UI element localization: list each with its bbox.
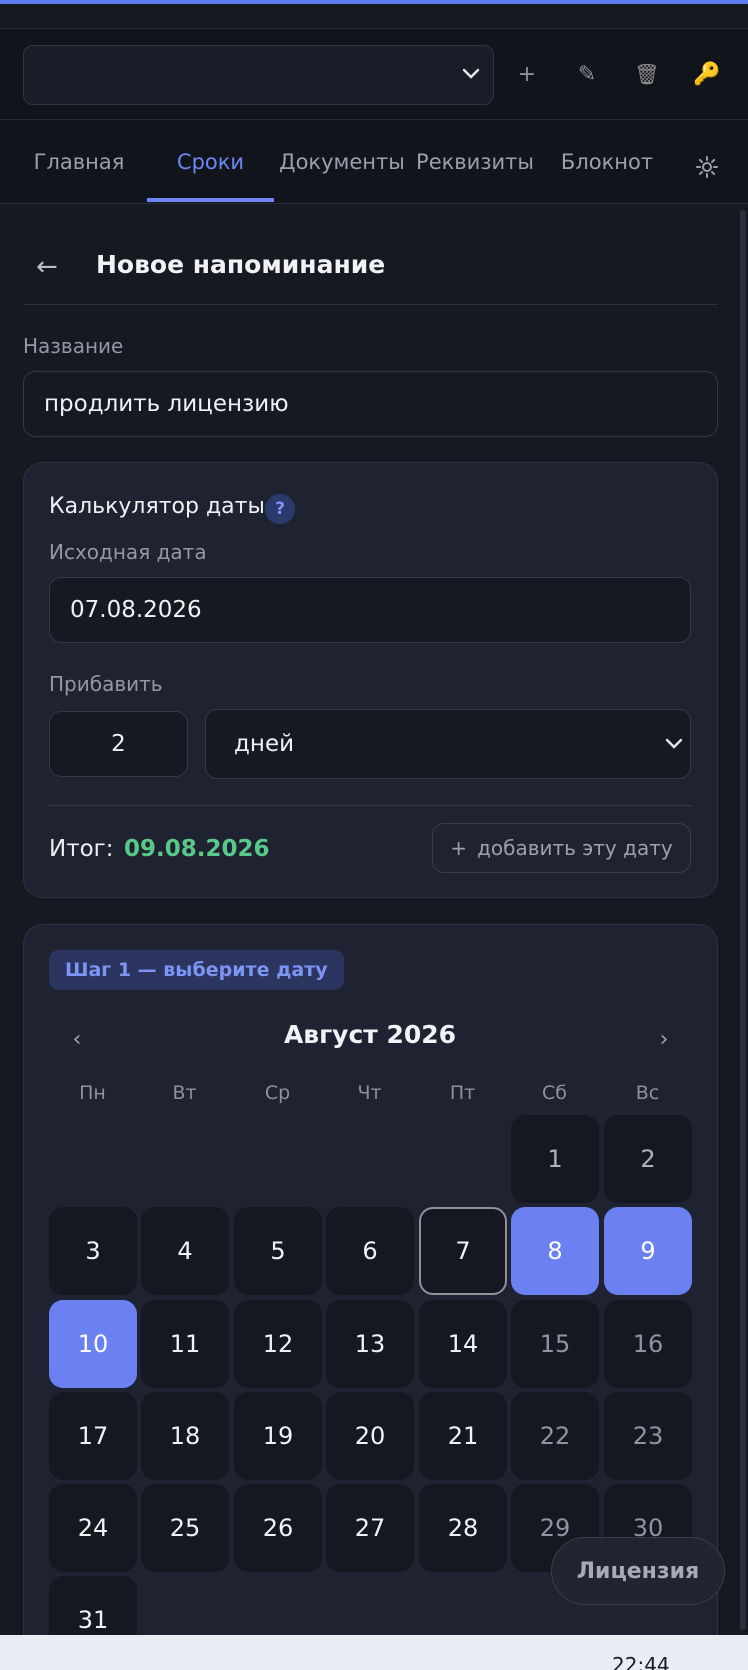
calendar-day[interactable]: 5 xyxy=(234,1207,322,1295)
name-input[interactable]: продлить лицензию xyxy=(23,371,718,437)
tab-notepad[interactable]: Блокнот xyxy=(548,120,666,204)
calendar-day[interactable]: 7 xyxy=(419,1207,507,1295)
calendar-day[interactable]: 15 xyxy=(511,1300,599,1388)
calendar-day[interactable]: 3 xyxy=(49,1207,137,1295)
license-button[interactable]: Лицензия xyxy=(551,1537,725,1605)
active-tab-indicator xyxy=(147,198,274,202)
weekday-label: Пт xyxy=(449,1082,476,1104)
calendar-day[interactable]: 9 xyxy=(604,1207,692,1295)
calendar-day[interactable]: 24 xyxy=(49,1484,137,1572)
prev-month-button[interactable]: ‹ xyxy=(59,1024,95,1054)
calendar-day[interactable]: 27 xyxy=(326,1484,414,1572)
amount-input[interactable]: 2 xyxy=(49,711,188,777)
page-title: Новое напоминание xyxy=(96,250,386,279)
tab-deadlines[interactable]: Сроки xyxy=(147,120,274,204)
pencil-icon[interactable]: ✎ xyxy=(572,59,602,89)
weekday-label: Пн xyxy=(79,1082,106,1104)
tab-home[interactable]: Главная xyxy=(20,120,138,204)
weekday-label: Вт xyxy=(172,1082,197,1104)
chevron-down-icon xyxy=(665,738,683,749)
calendar-day[interactable]: 17 xyxy=(49,1392,137,1480)
calendar-day[interactable]: 4 xyxy=(141,1207,229,1295)
calendar-day[interactable]: 13 xyxy=(326,1300,414,1388)
taskbar-clock: 22:44 xyxy=(612,1653,670,1670)
divider xyxy=(23,304,718,305)
divider xyxy=(49,805,692,806)
calendar-day[interactable]: 12 xyxy=(234,1300,322,1388)
source-date-input[interactable]: 07.08.2026 xyxy=(49,577,691,643)
calendar-day[interactable]: 22 xyxy=(511,1392,599,1480)
calendar-day[interactable]: 26 xyxy=(234,1484,322,1572)
weekday-label: Ср xyxy=(264,1082,291,1104)
back-arrow-icon[interactable]: ← xyxy=(36,252,66,282)
add-label: Прибавить xyxy=(49,672,163,696)
month-title: Август 2026 xyxy=(283,1020,457,1049)
calendar-day[interactable]: 18 xyxy=(141,1392,229,1480)
unit-select[interactable]: дней xyxy=(205,709,691,779)
calendar-day[interactable]: 8 xyxy=(511,1207,599,1295)
weekday-label: Вс xyxy=(635,1082,660,1104)
tab-documents[interactable]: Документы xyxy=(279,120,405,204)
name-input-value: продлить лицензию xyxy=(44,391,289,417)
main-tabs: Главная Сроки Документы Реквизиты Блокно… xyxy=(0,120,748,204)
plus-icon: + xyxy=(450,836,468,860)
calendar-day[interactable]: 20 xyxy=(326,1392,414,1480)
step-badge: Шаг 1 — выберите дату xyxy=(49,950,344,990)
calendar-day[interactable]: 1 xyxy=(511,1115,599,1203)
calendar-day[interactable]: 10 xyxy=(49,1300,137,1388)
top-accent-line xyxy=(0,0,748,4)
weekday-label: Сб xyxy=(542,1082,567,1104)
key-icon[interactable]: 🔑 xyxy=(692,59,722,89)
gear-icon[interactable] xyxy=(690,150,724,184)
calendar-day[interactable]: 6 xyxy=(326,1207,414,1295)
source-date-value: 07.08.2026 xyxy=(70,597,202,623)
scrollbar[interactable] xyxy=(740,210,746,1630)
calendar-day[interactable]: 11 xyxy=(141,1300,229,1388)
tab-requisites[interactable]: Реквизиты xyxy=(410,120,540,204)
calendar-day[interactable]: 23 xyxy=(604,1392,692,1480)
chevron-down-icon xyxy=(462,68,480,79)
add-date-button[interactable]: + добавить эту дату xyxy=(432,823,691,873)
calendar-day[interactable]: 14 xyxy=(419,1300,507,1388)
calendar-day[interactable]: 16 xyxy=(604,1300,692,1388)
calendar-day[interactable]: 28 xyxy=(419,1484,507,1572)
profile-select[interactable] xyxy=(23,45,494,105)
unit-select-value: дней xyxy=(234,731,295,757)
plus-icon[interactable]: + xyxy=(512,59,542,89)
weekday-label: Чт xyxy=(357,1082,382,1104)
result-label: Итог: xyxy=(49,836,114,862)
amount-value: 2 xyxy=(111,731,126,757)
calendar-day[interactable]: 19 xyxy=(234,1392,322,1480)
add-date-button-label: добавить эту дату xyxy=(477,836,673,860)
calendar-day[interactable]: 2 xyxy=(604,1115,692,1203)
trash-icon[interactable]: 🗑 xyxy=(632,59,662,89)
calendar-day[interactable]: 25 xyxy=(141,1484,229,1572)
help-icon[interactable]: ? xyxy=(265,494,295,524)
result-value: 09.08.2026 xyxy=(124,836,270,862)
source-date-label: Исходная дата xyxy=(49,540,207,564)
name-label: Название xyxy=(23,334,124,358)
calculator-title: Калькулятор даты xyxy=(49,494,265,519)
top-toolbar: + ✎ 🗑 🔑 xyxy=(0,28,748,120)
next-month-button[interactable]: › xyxy=(646,1024,682,1054)
calendar-day[interactable]: 21 xyxy=(419,1392,507,1480)
